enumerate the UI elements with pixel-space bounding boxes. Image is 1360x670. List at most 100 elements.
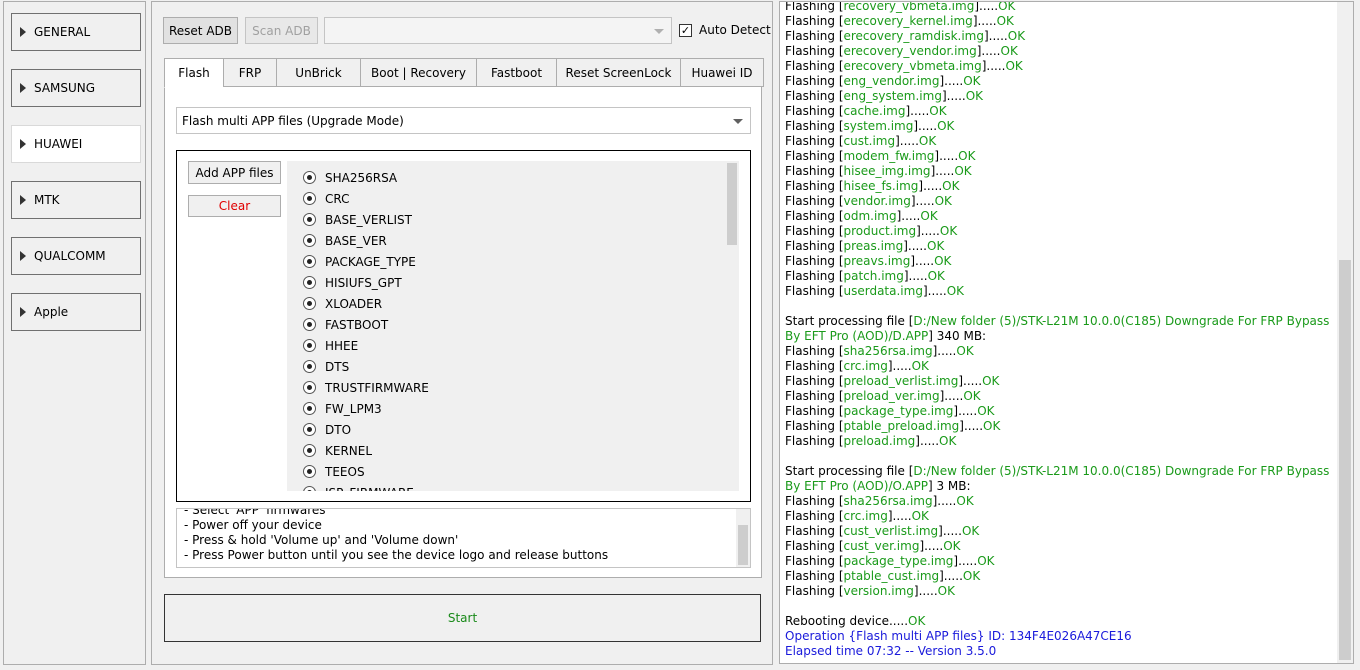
sidebar-item-apple[interactable]: Apple <box>11 293 141 331</box>
log-suffix: ]..... <box>919 539 944 553</box>
scrollbar-thumb[interactable] <box>738 525 748 565</box>
log-prefix: Flashing [ <box>785 29 844 43</box>
radio-selected-icon[interactable] <box>303 318 316 331</box>
log-suffix: ]..... <box>916 224 940 238</box>
partition-label: HHEE <box>325 338 359 353</box>
tab-huawei-id[interactable]: Huawei ID <box>680 58 764 87</box>
log-ok: OK <box>934 194 952 208</box>
radio-selected-icon[interactable] <box>303 192 316 205</box>
log-ok: OK <box>908 614 926 628</box>
log-ok: OK <box>934 254 952 268</box>
sidebar-item-general[interactable]: GENERAL <box>11 13 141 51</box>
radio-selected-icon[interactable] <box>303 171 316 184</box>
scan-adb-button[interactable]: Scan ADB <box>245 17 318 44</box>
log-line: Flashing [package_type.img].....OK <box>785 554 1335 569</box>
tab-boot-recovery[interactable]: Boot | Recovery <box>360 58 476 87</box>
log-line: Flashing [ptable_cust.img].....OK <box>785 569 1335 584</box>
log-line: Rebooting device.....OK <box>785 614 1335 629</box>
sidebar-item-label: QUALCOMM <box>34 249 106 263</box>
sidebar-item-label: HUAWEI <box>34 137 83 151</box>
log-ok: OK <box>1005 59 1023 73</box>
partition-item[interactable]: DTO <box>287 419 725 440</box>
radio-selected-icon[interactable] <box>303 213 316 226</box>
partition-list-scrollbar[interactable] <box>725 161 739 491</box>
partition-item[interactable]: SHA256RSA <box>287 167 725 188</box>
partition-item[interactable]: CRC <box>287 188 725 209</box>
log-suffix: ]..... <box>903 239 927 253</box>
partition-list[interactable]: SHA256RSA CRC BASE_VERLIST BASE_VER PACKAGE_… <box>287 161 739 491</box>
log-line: Flashing [version.img].....OK <box>785 584 1335 599</box>
partition-item[interactable]: XLOADER <box>287 293 725 314</box>
radio-selected-icon[interactable] <box>303 234 316 247</box>
instructions-scrollbar[interactable] <box>736 509 750 567</box>
radio-selected-icon[interactable] <box>303 444 316 457</box>
auto-detect-checkbox[interactable]: ✓ <box>679 24 692 37</box>
flash-mode-select[interactable]: Flash multi APP files (Upgrade Mode) <box>176 107 751 134</box>
radio-selected-icon[interactable] <box>303 381 316 394</box>
partition-item[interactable]: HISIUFS_GPT <box>287 272 725 293</box>
log-ok: OK <box>977 554 995 568</box>
partition-item[interactable]: HHEE <box>287 335 725 356</box>
sidebar-item-qualcomm[interactable]: QUALCOMM <box>11 237 141 275</box>
start-button[interactable]: Start <box>164 594 761 642</box>
log-filename: cust_verlist.img <box>843 524 939 538</box>
instruction-line: - Select 'APP' firmwares <box>184 508 326 517</box>
log-filename: ptable_cust.img <box>843 569 940 583</box>
radio-selected-icon[interactable] <box>303 297 316 310</box>
scrollbar-thumb[interactable] <box>1339 260 1351 660</box>
partition-item[interactable]: KERNEL <box>287 440 725 461</box>
sidebar-item-label: Apple <box>34 305 69 319</box>
partition-item[interactable]: TEEOS <box>287 461 725 482</box>
log-text: Rebooting device..... <box>785 614 909 628</box>
sidebar-item-samsung[interactable]: SAMSUNG <box>11 69 141 107</box>
tab-flash[interactable]: Flash <box>164 58 223 88</box>
partition-item[interactable]: FW_LPM3 <box>287 398 725 419</box>
log-scrollbar[interactable] <box>1337 2 1353 663</box>
radio-selected-icon[interactable] <box>303 255 316 268</box>
flash-tab-panel: Flash multi APP files (Upgrade Mode) Add… <box>164 86 762 578</box>
device-select[interactable] <box>324 17 672 44</box>
tab-frp[interactable]: FRP <box>223 58 276 87</box>
log-prefix: Flashing [ <box>785 584 844 598</box>
partition-item[interactable]: TRUSTFIRMWARE <box>287 377 725 398</box>
scrollbar-thumb[interactable] <box>727 163 737 245</box>
reset-adb-button[interactable]: Reset ADB <box>163 17 238 44</box>
radio-selected-icon[interactable] <box>303 276 316 289</box>
log-suffix: ]..... <box>895 134 919 148</box>
radio-selected-icon[interactable] <box>303 423 316 436</box>
partition-item[interactable]: PACKAGE_TYPE <box>287 251 725 272</box>
sidebar-item-huawei[interactable]: HUAWEI <box>11 125 141 163</box>
log-filename: hisee_img.img <box>843 164 931 178</box>
radio-selected-icon[interactable] <box>303 486 316 491</box>
log-prefix: Flashing [ <box>785 284 844 298</box>
log-prefix: Flashing [ <box>785 209 844 223</box>
sidebar-item-mtk[interactable]: MTK <box>11 181 141 219</box>
tab-fastboot[interactable]: Fastboot <box>476 58 556 87</box>
caret-right-icon <box>20 83 26 93</box>
log-ok: OK <box>1000 44 1018 58</box>
partition-item[interactable]: ISP_FIRMWARE <box>287 482 725 491</box>
log-suffix: ]..... <box>913 119 938 133</box>
partition-item[interactable]: FASTBOOT <box>287 314 725 335</box>
partition-label: FASTBOOT <box>325 317 389 332</box>
log-prefix: Flashing [ <box>785 569 844 583</box>
radio-selected-icon[interactable] <box>303 465 316 478</box>
tab-unbrick[interactable]: UnBrick <box>276 58 360 87</box>
radio-selected-icon[interactable] <box>303 339 316 352</box>
log-ok: OK <box>958 149 976 163</box>
partition-item[interactable]: BASE_VERLIST <box>287 209 725 230</box>
partition-item[interactable]: BASE_VER <box>287 230 725 251</box>
clear-button[interactable]: Clear <box>188 195 281 217</box>
log-filename: vendor.img <box>843 194 911 208</box>
tab-reset-screenlock[interactable]: Reset ScreenLock <box>556 58 680 87</box>
log-suffix: ]..... <box>939 569 963 583</box>
radio-selected-icon[interactable] <box>303 360 316 373</box>
partition-item[interactable]: DTS <box>287 356 725 377</box>
add-app-files-button[interactable]: Add APP files <box>188 161 281 184</box>
log-line: Flashing [recovery_vbmeta.img].....OK <box>785 2 1335 14</box>
log-ok: OK <box>963 74 981 88</box>
radio-selected-icon[interactable] <box>303 402 316 415</box>
log-prefix: Flashing [ <box>785 164 844 178</box>
sidebar-item-label: GENERAL <box>34 25 91 39</box>
log-filename: eng_vendor.img <box>843 74 940 88</box>
